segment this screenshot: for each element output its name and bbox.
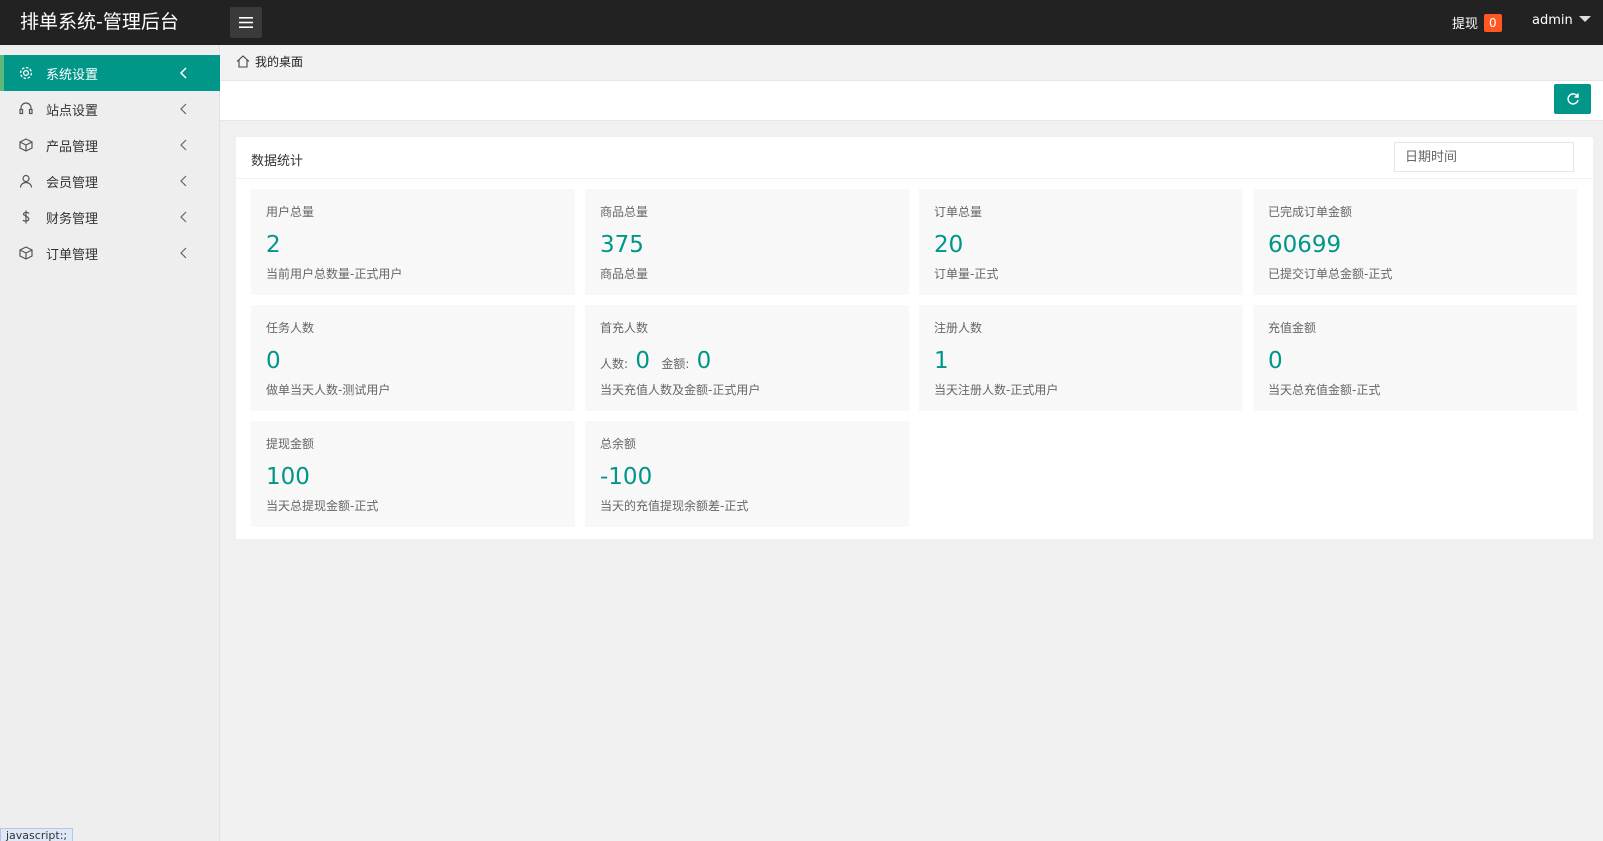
stat-order-total: 订单总量 20 订单量-正式 <box>919 189 1243 295</box>
card-title: 数据统计 <box>251 154 304 169</box>
stat-completed-order-amount: 已完成订单金额 60699 已提交订单总金额-正式 <box>1253 189 1577 295</box>
tab-home-label: 我的桌面 <box>255 55 304 69</box>
headset-icon <box>18 101 34 117</box>
sidebar-item-product-management[interactable]: 产品管理 <box>0 127 220 163</box>
stat-desc: 当天的充值提现余额差-正式 <box>600 499 749 513</box>
chevron-left-icon <box>180 175 187 187</box>
user-icon <box>18 173 34 189</box>
dollar-icon <box>18 209 34 225</box>
stat-desc: 做单当天人数-测试用户 <box>266 383 391 397</box>
stat-value: -100 <box>600 464 653 490</box>
stat-desc: 当前用户总数量-正式用户 <box>266 267 403 281</box>
date-time-input[interactable] <box>1394 142 1574 172</box>
sidebar-item-label: 会员管理 <box>46 175 99 191</box>
user-name: admin <box>1532 13 1573 28</box>
caret-down-icon <box>1578 16 1591 22</box>
chevron-left-icon <box>179 67 187 79</box>
tab-home[interactable]: 我的桌面 <box>236 53 303 70</box>
stats-card: 数据统计 用户总量 2 当前用户总数量-正式用户 商品总量 375 商品总量 订… <box>236 137 1593 539</box>
user-menu[interactable]: admin <box>1532 13 1591 28</box>
refresh-button[interactable] <box>1554 84 1591 114</box>
stat-value: 1 <box>934 348 949 374</box>
stat-user-total: 用户总量 2 当前用户总数量-正式用户 <box>251 189 575 295</box>
stat-value: 20 <box>934 232 964 258</box>
stat-desc: 当天充值人数及金额-正式用户 <box>600 383 761 397</box>
page-toolbar <box>220 81 1603 121</box>
sidebar-item-label: 订单管理 <box>46 247 99 263</box>
sidebar-item-label: 产品管理 <box>46 139 99 155</box>
stat-title: 提现金额 <box>266 437 315 451</box>
stat-title: 商品总量 <box>600 205 649 219</box>
stat-title: 总余额 <box>600 437 637 451</box>
stat-desc: 当天总充值金额-正式 <box>1268 383 1381 397</box>
stat-desc: 当天总提现金额-正式 <box>266 499 379 513</box>
stat-desc: 已提交订单总金额-正式 <box>1268 267 1393 281</box>
sidebar-item-label: 财务管理 <box>46 211 99 227</box>
people-label: 人数: <box>600 357 629 371</box>
stat-desc: 商品总量 <box>600 267 649 281</box>
status-bar-tooltip: javascript:; <box>0 828 74 841</box>
menu-toggle-button[interactable] <box>230 7 262 38</box>
sidebar-item-site-settings[interactable]: 站点设置 <box>0 91 220 127</box>
chevron-left-icon <box>180 139 187 151</box>
stat-total-balance: 总余额 -100 当天的充值提现余额差-正式 <box>585 421 909 527</box>
stat-title: 用户总量 <box>266 205 315 219</box>
sidebar-nav: 系统设置 站点设置 产品管理 会员管理 财务管理 订单管理 <box>0 55 220 271</box>
people-value: 0 <box>635 348 650 374</box>
stat-first-recharge: 首充人数 人数: 0 金额: 0 当天充值人数及金额-正式用户 <box>585 305 909 411</box>
amount-label: 金额: <box>661 357 690 371</box>
stat-withdraw-amount: 提现金额 100 当天总提现金额-正式 <box>251 421 575 527</box>
stat-product-total: 商品总量 375 商品总量 <box>585 189 909 295</box>
sidebar-item-order-management[interactable]: 订单管理 <box>0 235 220 271</box>
stat-task-users: 任务人数 0 做单当天人数-测试用户 <box>251 305 575 411</box>
tab-bar: 我的桌面 <box>220 45 1603 81</box>
chevron-left-icon <box>180 211 187 223</box>
chevron-left-icon <box>180 103 187 115</box>
refresh-icon <box>1566 93 1579 105</box>
gear-icon <box>18 65 34 81</box>
stat-value: 60699 <box>1268 232 1342 258</box>
stat-title: 充值金额 <box>1268 321 1317 335</box>
withdraw-link[interactable]: 提现 0 <box>1452 13 1502 32</box>
stat-desc: 订单量-正式 <box>934 267 999 281</box>
stat-title: 订单总量 <box>934 205 983 219</box>
stat-value: 100 <box>266 464 310 490</box>
stat-value-group: 人数: 0 金额: 0 <box>600 346 715 379</box>
stat-value: 0 <box>266 348 281 374</box>
amount-value: 0 <box>696 348 712 374</box>
stat-recharge-amount: 充值金额 0 当天总充值金额-正式 <box>1253 305 1577 411</box>
stat-value: 2 <box>266 232 281 258</box>
card-header: 数据统计 <box>236 137 1593 179</box>
sidebar-item-label: 站点设置 <box>46 103 99 119</box>
chevron-left-icon <box>180 247 187 259</box>
sidebar-item-system-settings[interactable]: 系统设置 <box>0 55 220 91</box>
stat-title: 已完成订单金额 <box>1268 205 1353 219</box>
sidebar-item-label: 系统设置 <box>46 67 99 83</box>
cube-icon <box>18 137 34 153</box>
stat-title: 任务人数 <box>266 321 315 335</box>
sidebar: 系统设置 站点设置 产品管理 会员管理 财务管理 订单管理 javascript… <box>0 45 220 841</box>
sidebar-item-member-management[interactable]: 会员管理 <box>0 163 220 199</box>
stat-desc: 当天注册人数-正式用户 <box>934 383 1059 397</box>
top-header: 排单系统-管理后台 提现 0 admin <box>0 0 1603 45</box>
app-title: 排单系统-管理后台 <box>20 11 179 33</box>
stat-registered-users: 注册人数 1 当天注册人数-正式用户 <box>919 305 1243 411</box>
stat-title: 注册人数 <box>934 321 983 335</box>
stat-value: 375 <box>600 232 644 258</box>
stat-value: 0 <box>1268 348 1283 374</box>
home-icon <box>236 55 250 68</box>
cube-icon <box>18 245 34 261</box>
withdraw-label: 提现 <box>1452 17 1479 32</box>
stat-title: 首充人数 <box>600 321 649 335</box>
hamburger-icon <box>239 17 253 28</box>
withdraw-count-badge: 0 <box>1484 13 1502 32</box>
sidebar-item-finance-management[interactable]: 财务管理 <box>0 199 220 235</box>
